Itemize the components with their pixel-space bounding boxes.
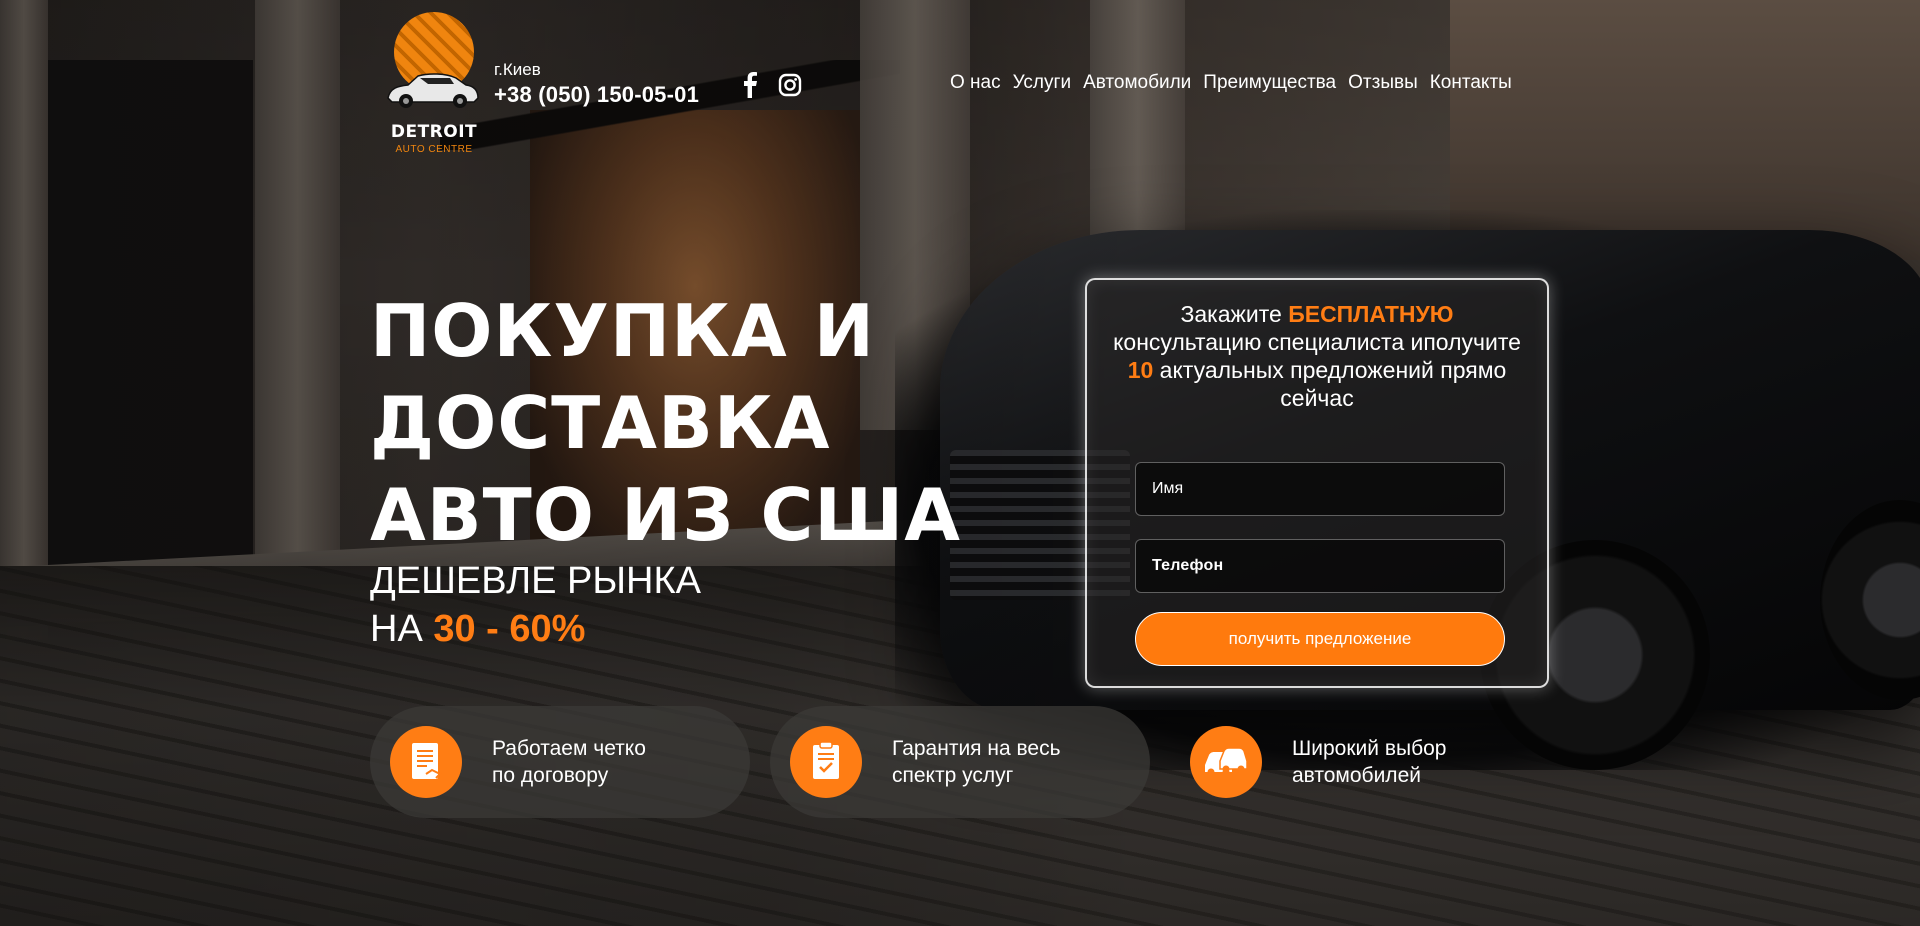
feature-selection: Широкий выбор автомобилей [1170, 706, 1550, 818]
contact-info: г.Киев +38 (050) 150-05-01 [494, 60, 699, 108]
get-offer-button[interactable]: получить предложение [1135, 612, 1505, 666]
nav-item-services[interactable]: Услуги [1013, 72, 1071, 94]
discount-range: 30 - 60% [433, 608, 586, 650]
feature-guarantee: Гарантия на весь спектр услуг [770, 706, 1150, 818]
nav-item-cars[interactable]: Автомобили [1083, 72, 1191, 94]
phone-number[interactable]: +38 (050) 150-05-01 [494, 82, 699, 108]
hero-title-line: АВТО ИЗ США [370, 473, 961, 557]
cars-icon [1190, 726, 1262, 798]
form-heading-text: консультацию специалиста иполучите [1113, 329, 1521, 355]
nav-item-contacts[interactable]: Контакты [1430, 72, 1512, 94]
feature-text: Широкий выбор автомобилей [1292, 735, 1446, 789]
nav-item-advantages[interactable]: Преимущества [1203, 72, 1336, 94]
feature-line: Широкий выбор [1292, 737, 1447, 760]
feature-text: Работаем четко по договору [492, 735, 646, 789]
feature-contract: Работаем четко по договору [370, 706, 750, 818]
hero-subtitle-prefix: НА [370, 608, 423, 650]
instagram-icon[interactable] [777, 72, 803, 98]
name-input[interactable] [1135, 462, 1505, 516]
logo-subtitle: AUTO CENTRE [395, 144, 473, 155]
feature-line: Гарантия на весь [892, 737, 1061, 760]
header: DETROIT AUTO CENTRE г.Киев +38 (050) 150… [0, 0, 1920, 170]
form-heading-text: актуальных предложений прямо сейчас [1159, 357, 1507, 411]
logo-car-icon [387, 73, 479, 108]
feature-line: Работаем четко [492, 737, 646, 760]
hero-title-line: ДОСТАВКА [370, 381, 831, 465]
offers-count: 10 [1127, 357, 1154, 383]
hero-subtitle-discount: НА 30 - 60% [370, 605, 701, 653]
logo[interactable]: DETROIT AUTO CENTRE [384, 12, 484, 162]
guarantee-icon [790, 726, 862, 798]
hero-subtitle-line: ДЕШЕВЛЕ РЫНКА [370, 560, 701, 602]
feature-text: Гарантия на весь спектр услуг [892, 735, 1061, 789]
nav-item-reviews[interactable]: Отзывы [1348, 72, 1418, 94]
feature-line: по договору [492, 764, 609, 787]
form-heading-highlight: БЕСПЛАТНУЮ [1288, 301, 1454, 327]
logo-title: DETROIT [390, 122, 478, 142]
feature-line: автомобилей [1292, 764, 1421, 787]
city-label: г.Киев [494, 60, 541, 79]
facebook-icon[interactable] [737, 72, 763, 98]
feature-line: спектр услуг [892, 764, 1014, 787]
main-nav: О нас Услуги Автомобили Преимущества Отз… [950, 72, 1512, 94]
hero-title: ПОКУПКА И ДОСТАВКА АВТО ИЗ США [370, 285, 990, 561]
form-heading: Закажите БЕСПЛАТНУЮ консультацию специал… [1087, 300, 1547, 412]
phone-input[interactable] [1135, 539, 1505, 593]
nav-item-about[interactable]: О нас [950, 72, 1001, 94]
contract-icon [390, 726, 462, 798]
form-heading-text: Закажите [1180, 301, 1282, 327]
consultation-form: Закажите БЕСПЛАТНУЮ консультацию специал… [1085, 278, 1549, 688]
hero-title-line: ПОКУПКА И [370, 289, 875, 373]
social-links [737, 72, 803, 98]
hero-subtitle: ДЕШЕВЛЕ РЫНКА НА 30 - 60% [370, 557, 701, 653]
